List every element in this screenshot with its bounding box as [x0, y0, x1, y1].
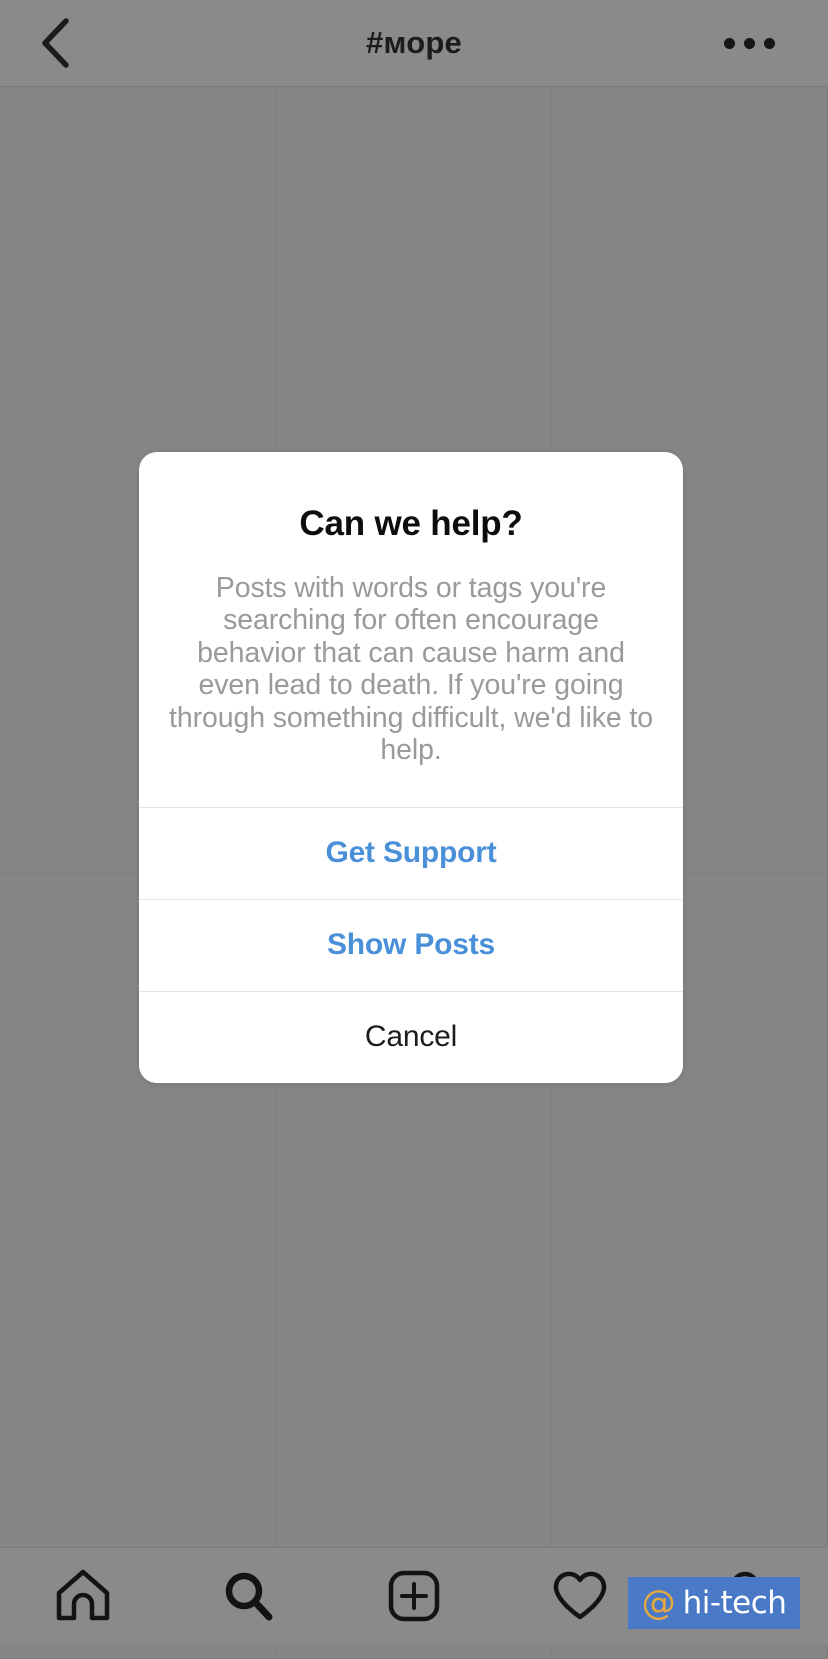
at-symbol-icon: @ — [641, 1583, 676, 1623]
hi-tech-watermark: @ hi-tech — [628, 1577, 800, 1629]
dialog-title: Can we help? — [299, 504, 523, 543]
cancel-button[interactable]: Cancel — [139, 991, 683, 1083]
dialog-message: Posts with words or tags you're searchin… — [169, 572, 654, 767]
can-we-help-dialog: Can we help? Posts with words or tags yo… — [139, 452, 683, 1083]
dialog-actions: Get Support Show Posts Cancel — [139, 806, 683, 1083]
dialog-body: Can we help? Posts with words or tags yo… — [139, 452, 683, 807]
watermark-text: hi-tech — [682, 1585, 787, 1621]
get-support-button[interactable]: Get Support — [139, 807, 683, 900]
show-posts-button[interactable]: Show Posts — [139, 899, 683, 992]
